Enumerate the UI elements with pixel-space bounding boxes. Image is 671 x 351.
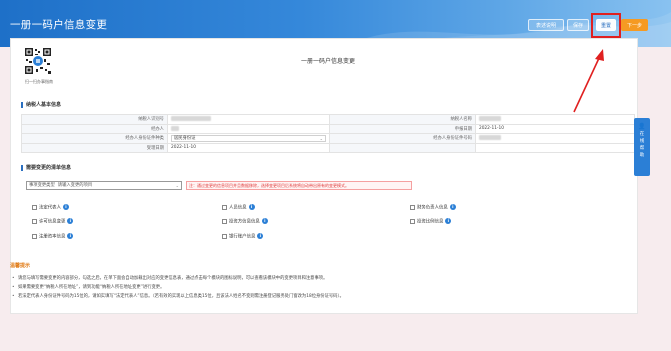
- checkbox[interactable]: [410, 204, 415, 210]
- next-step-button[interactable]: 下一步: [621, 19, 648, 31]
- agent-id-number-value: [474, 133, 636, 144]
- agent-id-type-label: 经办人身份证件种类: [21, 133, 168, 144]
- option-bank-account[interactable]: 银行账户信息 i: [222, 233, 264, 241]
- info-icon[interactable]: i: [248, 204, 255, 210]
- taxpayer-id-value: [166, 114, 330, 125]
- apply-date-value: 2022-11-10: [474, 123, 636, 134]
- option-license-change[interactable]: 许可信息变更 i: [32, 218, 74, 226]
- tip-item: 如果需要变更“纳税人所在地址”，请到功能“纳税人所在地址变更”进行变更。: [10, 283, 630, 292]
- empty-cell: [474, 142, 636, 153]
- option-staff-info[interactable]: 人员信息 i: [222, 204, 255, 212]
- taxpayer-section-title: 纳税人基本信息: [21, 102, 61, 108]
- redacted-value: [478, 135, 501, 141]
- form-title: 一册一码户信息变更: [301, 58, 356, 65]
- accept-date-label: 受理日期: [21, 142, 168, 153]
- checkbox[interactable]: [32, 233, 37, 239]
- checkbox[interactable]: [410, 218, 415, 224]
- save-button[interactable]: 保存: [567, 19, 589, 31]
- redacted-value: [170, 125, 179, 131]
- option-label: 法定代表人: [39, 205, 61, 211]
- taxpayer-name-label: 纳税人名称: [328, 114, 476, 125]
- option-registered-capital[interactable]: 注册资本信息 i: [32, 233, 74, 241]
- tips-title: 温馨提示: [10, 263, 31, 269]
- info-icon[interactable]: i: [257, 233, 264, 239]
- tip-item: 请您与填写需要变更的内容部分，勾选之后，在单下面会自动加载出对应的变更信息表，通…: [10, 274, 630, 283]
- empty-cell: [328, 142, 476, 153]
- agent-id-type-value: 居民身份证: [173, 135, 196, 141]
- online-help-label: 在线帮助: [639, 132, 645, 158]
- agent-label: 经办人: [21, 123, 168, 134]
- option-label: 注册资本信息: [39, 234, 66, 240]
- agent-id-type-cell: 居民身份证 ⌄: [166, 133, 330, 144]
- tips-section: 温馨提示 请您与填写需要变更的内容部分，勾选之后，在单下面会自动加载出对应的变更…: [10, 262, 630, 301]
- online-help-tab[interactable]: 👤 在线帮助: [634, 118, 650, 176]
- table-row: 经办人身份证件种类 居民身份证 ⌄ 经办人身份证件号码: [21, 133, 636, 144]
- change-warning: 注：通过变更的信息项目并且数据移除，选择变更项目后系统将自动带出原有的变更模式。: [186, 181, 412, 190]
- redacted-value: [478, 116, 501, 122]
- checkbox[interactable]: [222, 218, 227, 224]
- table-row: 纳税人识别号 纳税人名称: [21, 114, 636, 125]
- checkbox[interactable]: [222, 204, 227, 210]
- highlight-box: [591, 13, 621, 38]
- option-label: 银行账户信息: [229, 234, 256, 240]
- description-button[interactable]: 表述说明: [528, 19, 564, 31]
- checkbox[interactable]: [32, 218, 37, 224]
- option-investment-ratio[interactable]: 投资比例信息 i: [410, 218, 452, 226]
- option-label: 投资比例信息: [417, 219, 444, 225]
- agent-value: [166, 123, 330, 134]
- tip-item: 若法定代表人身份证件号码为15位的，请如实填写“法定代表人”信息。（若有效的实现…: [10, 292, 630, 301]
- agent-id-number-label: 经办人身份证件号码: [328, 133, 476, 144]
- info-icon[interactable]: i: [261, 218, 268, 224]
- taxpayer-name-value: [474, 114, 636, 125]
- table-row: 经办人 申报日期 2022-11-10: [21, 123, 636, 134]
- apply-date-label: 申报日期: [328, 123, 476, 134]
- taxpayer-info-table: 纳税人识别号 纳税人名称 经办人 申报日期 2022-11-10 经办人身份证件…: [21, 114, 636, 153]
- chevron-down-icon: ⌄: [175, 183, 179, 188]
- agent-id-type-select[interactable]: 居民身份证 ⌄: [170, 134, 326, 142]
- taxpayer-id-label: 纳税人识别号: [21, 114, 168, 125]
- option-legal-rep[interactable]: 法定代表人 i: [32, 204, 69, 212]
- option-label: 财务负责人信息: [417, 205, 448, 211]
- option-label: 投资方信息信息: [229, 219, 260, 225]
- option-investor-info[interactable]: 投资方信息信息 i: [222, 218, 268, 226]
- info-icon[interactable]: i: [67, 233, 74, 239]
- option-label: 许可信息变更: [39, 219, 66, 225]
- option-label: 人员信息: [229, 205, 247, 211]
- info-icon[interactable]: i: [67, 218, 74, 224]
- qr-code: [24, 47, 52, 75]
- qr-caption: 扫一扫办事指南: [25, 79, 53, 84]
- page: 一册一码户信息变更 表述说明 保存 重置 下一步 扫一扫办事指南 一册一码户信息…: [0, 0, 671, 351]
- checkbox[interactable]: [222, 233, 227, 239]
- page-title: 一册一码户信息变更: [10, 19, 108, 31]
- accept-date-value: 2022-11-10: [166, 142, 330, 153]
- chevron-down-icon: ⌄: [319, 135, 323, 141]
- change-type-label: 事项变更类型: [29, 183, 55, 188]
- change-section-title: 需要变更的清单信息: [21, 165, 71, 171]
- option-finance-lead[interactable]: 财务负责人信息 i: [410, 204, 456, 212]
- redacted-value: [170, 116, 211, 122]
- info-icon[interactable]: i: [445, 218, 452, 224]
- table-row: 受理日期 2022-11-10: [21, 142, 636, 153]
- checkbox[interactable]: [32, 204, 37, 210]
- info-icon[interactable]: i: [62, 204, 69, 210]
- change-type-value: 请输入变更的项目: [57, 183, 93, 188]
- change-type-select[interactable]: 事项变更类型 请输入变更的项目 ⌄: [26, 181, 182, 190]
- person-icon: 👤: [638, 123, 646, 130]
- info-icon[interactable]: i: [449, 204, 456, 210]
